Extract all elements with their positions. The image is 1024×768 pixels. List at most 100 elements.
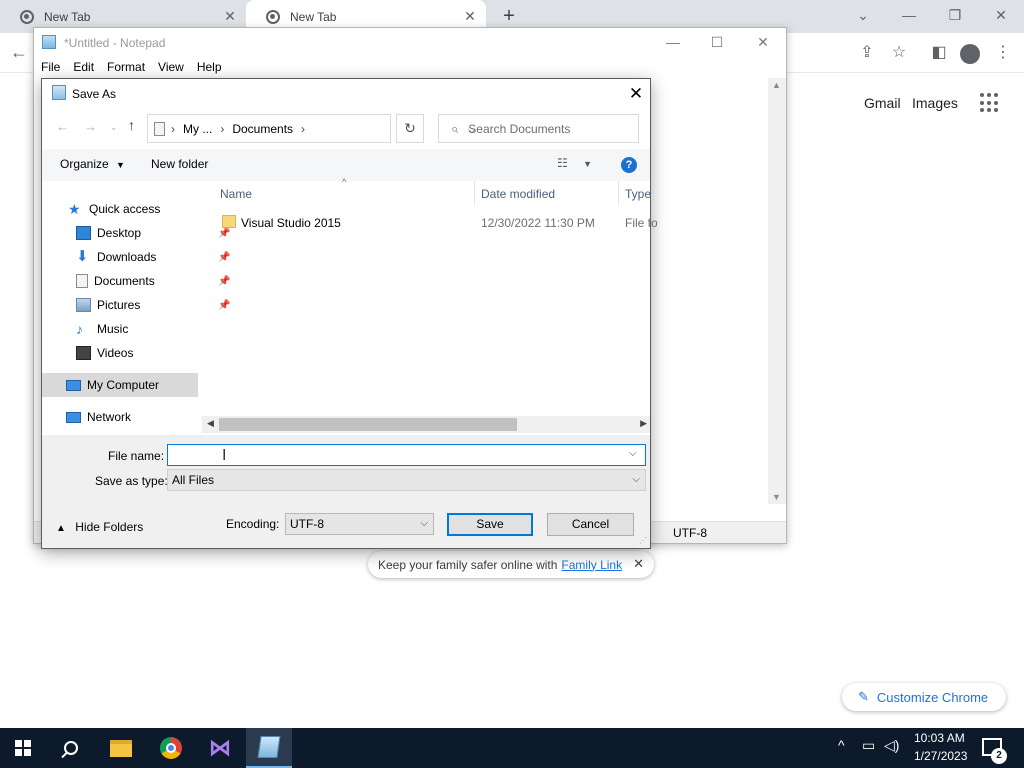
chevron-down-icon: ⌵ [632, 474, 640, 485]
column-type[interactable]: Type [625, 187, 651, 201]
close-tab-icon[interactable]: ✕ [222, 8, 238, 24]
hide-folders-label: Hide Folders [75, 520, 144, 534]
nav-my-computer[interactable]: My Computer [42, 373, 198, 397]
volume-icon[interactable]: ◁) [884, 737, 899, 754]
chevron-right-icon[interactable]: › [220, 122, 224, 136]
scrollbar-thumb[interactable] [219, 418, 517, 431]
column-name[interactable]: Name [220, 187, 252, 201]
menu-view[interactable]: View [151, 58, 190, 78]
close-dialog-button[interactable]: ✕ [622, 83, 650, 105]
google-apps-icon[interactable] [980, 93, 1000, 113]
share-icon[interactable]: ⇪ [856, 42, 878, 64]
scroll-right-icon[interactable]: ▶ [640, 418, 647, 429]
side-panel-icon[interactable]: ◧ [928, 42, 950, 64]
notepad-titlebar[interactable]: *Untitled - Notepad — ☐ ✕ [34, 28, 786, 58]
nav-label: Documents [94, 274, 155, 288]
bookmark-star-icon[interactable]: ☆ [888, 42, 910, 64]
refresh-button[interactable]: ↻ [396, 114, 424, 143]
notepad-icon [42, 35, 56, 49]
nav-pictures[interactable]: Pictures 📌 [76, 293, 230, 317]
close-window-icon[interactable]: ✕ [986, 4, 1016, 26]
notepad-vertical-scrollbar[interactable]: ▲ ▼ [768, 78, 786, 504]
nav-downloads[interactable]: ⬇ Downloads 📌 [76, 245, 230, 269]
close-notice-icon[interactable]: ✕ [633, 556, 644, 572]
profile-icon[interactable] [960, 44, 982, 66]
back-arrow-icon[interactable]: ← [10, 42, 28, 63]
taskbar-search-button[interactable] [48, 728, 94, 768]
new-tab-button[interactable]: + [498, 6, 520, 28]
forward-arrow-icon[interactable]: → [84, 119, 97, 134]
pictures-icon [76, 298, 91, 312]
gmail-link[interactable]: Gmail [864, 95, 901, 111]
change-view-button[interactable]: ☷ ▼ [557, 156, 592, 170]
menu-kebab-icon[interactable]: ⋮ [992, 42, 1014, 64]
scroll-down-icon[interactable]: ▼ [772, 492, 781, 502]
nav-network[interactable]: Network [66, 405, 131, 429]
maximize-icon[interactable]: ☐ [702, 32, 732, 52]
customize-chrome-button[interactable]: ✎ Customize Chrome [842, 683, 1006, 711]
organize-button[interactable]: Organize ▼ [60, 157, 125, 171]
search-icon [64, 741, 78, 755]
taskbar-notepad[interactable] [246, 728, 292, 768]
recent-locations-icon[interactable]: ⌄ [110, 122, 118, 133]
nav-label: Downloads [97, 250, 157, 264]
chevron-right-icon[interactable]: › [301, 122, 305, 136]
chevron-down-icon[interactable]: ⌵ [629, 448, 637, 459]
nav-videos[interactable]: Videos [76, 341, 133, 365]
start-button[interactable] [0, 728, 46, 768]
images-link[interactable]: Images [912, 95, 958, 111]
sort-ascending-icon: ^ [342, 177, 347, 187]
taskbar-file-explorer[interactable] [98, 728, 144, 768]
downloads-icon: ⬇ [76, 248, 89, 265]
hide-folders-button[interactable]: ▲ Hide Folders [56, 520, 143, 534]
up-arrow-icon[interactable]: ↑ [128, 117, 135, 133]
chevron-right-icon[interactable]: › [171, 122, 175, 136]
show-hidden-icons-chevron-icon[interactable]: ^ [838, 737, 845, 753]
family-link-link[interactable]: Family Link [561, 558, 622, 572]
resize-grip-icon[interactable]: ⋰ [639, 536, 647, 545]
cancel-button[interactable]: Cancel [547, 513, 634, 536]
breadcrumb-documents[interactable]: Documents [232, 122, 293, 136]
close-tab-icon[interactable]: ✕ [462, 8, 478, 24]
save-as-dialog: Save As ✕ ← → ⌄ ↑ › My ... › Documents ›… [41, 78, 658, 549]
nav-quick-access[interactable]: ★ Quick access [68, 197, 160, 221]
taskbar-chrome[interactable] [148, 728, 194, 768]
minimize-icon[interactable]: — [894, 4, 924, 26]
nav-desktop[interactable]: Desktop 📌 [76, 221, 230, 245]
menu-edit[interactable]: Edit [66, 58, 100, 78]
close-window-icon[interactable]: ✕ [748, 32, 778, 52]
back-arrow-icon[interactable]: ← [56, 119, 69, 134]
clock-time[interactable]: 10:03 AM [914, 731, 965, 745]
menu-format[interactable]: Format [100, 58, 151, 78]
menu-help[interactable]: Help [190, 58, 228, 78]
file-name-field[interactable] [167, 444, 646, 466]
search-input[interactable]: ⌕ Search Documents [438, 114, 639, 143]
address-bar[interactable]: › My ... › Documents › ⌵ [147, 114, 476, 143]
save-button[interactable]: Save [447, 513, 533, 536]
encoding-select[interactable]: UTF-8 ⌵ [285, 513, 434, 535]
breadcrumb-my-computer[interactable]: My ... [183, 122, 212, 136]
help-icon[interactable]: ? [621, 157, 637, 173]
clock-date[interactable]: 1/27/2023 [914, 749, 967, 763]
new-folder-button[interactable]: New folder [151, 157, 208, 171]
list-item[interactable]: Visual Studio 2015 12/30/2022 11:30 PM F… [212, 212, 658, 234]
taskbar-visual-studio[interactable]: ⋈ [197, 728, 243, 768]
nav-music[interactable]: ♪ Music [76, 317, 128, 341]
file-explorer-icon [110, 739, 132, 757]
notepad-icon [52, 85, 66, 100]
tab-search-chevron-icon[interactable]: ⌄ [848, 4, 878, 26]
network-tray-icon[interactable]: ▭ [862, 737, 875, 754]
nav-documents[interactable]: Documents 📌 [76, 269, 230, 293]
minimize-icon[interactable]: — [658, 32, 688, 52]
save-as-type-select[interactable]: All Files ⌵ [167, 469, 646, 491]
scroll-left-icon[interactable]: ◀ [207, 418, 214, 429]
restore-icon[interactable]: ❐ [940, 4, 970, 26]
nav-label: Desktop [97, 226, 142, 240]
file-date: 12/30/2022 11:30 PM [481, 216, 595, 230]
horizontal-scrollbar[interactable]: ◀ ▶ [202, 416, 650, 433]
videos-icon [76, 346, 91, 360]
column-date-modified[interactable]: Date modified [481, 187, 555, 201]
menu-file[interactable]: File [34, 58, 66, 78]
scroll-up-icon[interactable]: ▲ [772, 80, 781, 90]
save-as-type-value: All Files [172, 473, 215, 487]
